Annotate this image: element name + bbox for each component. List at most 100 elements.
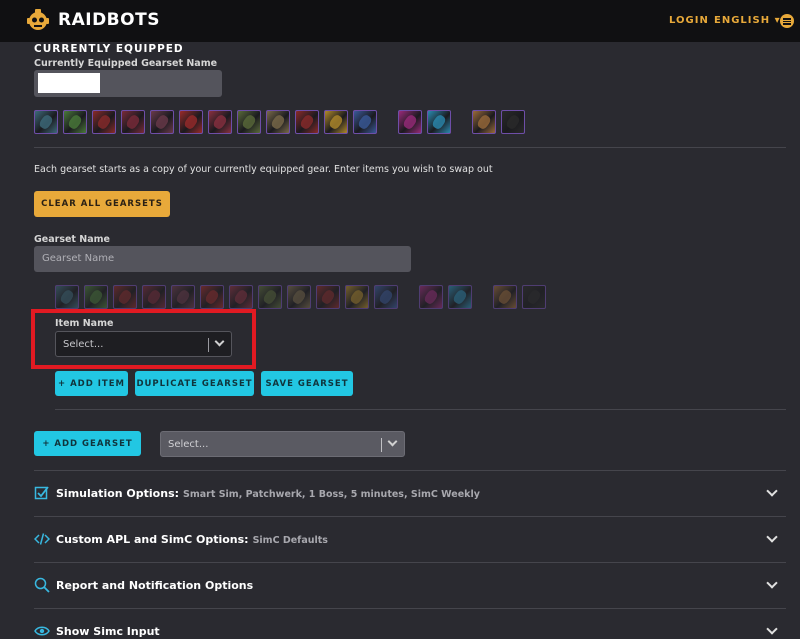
gear-item-icon[interactable] — [295, 110, 319, 134]
eye-icon — [34, 626, 50, 636]
gearset-name-placeholder: Gearset Name — [42, 253, 115, 264]
gearset-description: Each gearset starts as a copy of your cu… — [34, 164, 493, 175]
gearset-select-placeholder: Select... — [168, 439, 209, 450]
gear-item-icon[interactable] — [179, 110, 203, 134]
custom-apl-summary: SimC Defaults — [252, 535, 328, 546]
language-menu[interactable]: ENGLISH ▾ — [714, 15, 781, 26]
gear-item-icon[interactable] — [55, 285, 79, 309]
gear-item-shine — [261, 288, 279, 306]
gear-item-shine — [87, 288, 105, 306]
gear-item-icon[interactable] — [374, 285, 398, 309]
gear-item-shine — [145, 288, 163, 306]
gear-item-icon[interactable] — [150, 110, 174, 134]
gear-item-shine — [496, 288, 514, 306]
gear-item-shine — [153, 113, 171, 131]
accordion-simulation-options[interactable]: Simulation Options: Smart Sim, Patchwerk,… — [34, 471, 786, 516]
accordion-custom-apl[interactable]: Custom APL and SimC Options: SimC Default… — [34, 517, 786, 562]
gear-item-shine — [348, 288, 366, 306]
gear-item-shine — [525, 288, 543, 306]
gear-item-icon[interactable] — [287, 285, 311, 309]
add-gearset-button[interactable]: + ADD GEARSET — [34, 431, 141, 456]
chevron-down-icon[interactable] — [766, 531, 778, 543]
highlight-box — [31, 309, 256, 369]
gear-item-icon[interactable] — [113, 285, 137, 309]
gear-item-icon[interactable] — [121, 110, 145, 134]
gear-item-shine — [504, 113, 522, 131]
search-icon — [34, 577, 50, 593]
gear-item-shine — [182, 113, 200, 131]
gear-item-shine — [319, 288, 337, 306]
gear-item-shine — [269, 113, 287, 131]
gear-item-icon[interactable] — [92, 110, 116, 134]
gear-item-icon[interactable] — [398, 110, 422, 134]
brand-name: RAIDBOTS — [58, 10, 160, 30]
accordion-title: Custom APL and SimC Options: SimC Default… — [56, 533, 328, 546]
chevron-down-icon[interactable] — [766, 577, 778, 589]
login-link[interactable]: LOGIN — [669, 15, 709, 26]
gear-item-icon[interactable] — [448, 285, 472, 309]
raidbots-logo[interactable]: RAIDBOTS — [26, 8, 160, 32]
gear-item-icon[interactable] — [427, 110, 451, 134]
gear-item-icon[interactable] — [501, 110, 525, 134]
simulation-options-title: Simulation Options: — [56, 487, 180, 500]
chevron-down-icon[interactable] — [387, 436, 398, 447]
gear-item-icon[interactable] — [472, 110, 496, 134]
gear-item-shine — [290, 288, 308, 306]
gear-item-shine — [124, 113, 142, 131]
gearset-gear-row — [55, 285, 551, 309]
gear-item-icon[interactable] — [208, 110, 232, 134]
language-label: ENGLISH — [714, 15, 771, 26]
gear-item-shine — [116, 288, 134, 306]
gear-item-shine — [401, 113, 419, 131]
chevron-down-icon[interactable] — [766, 485, 778, 497]
gear-item-icon[interactable] — [237, 110, 261, 134]
robot-skull-icon — [27, 9, 49, 30]
gear-item-icon[interactable] — [419, 285, 443, 309]
duplicate-gearset-button[interactable]: DUPLICATE GEARSET — [135, 371, 254, 396]
equipped-name-label: Currently Equipped Gearset Name — [34, 58, 218, 69]
gear-item-shine — [298, 113, 316, 131]
gear-item-shine — [174, 288, 192, 306]
gear-item-icon[interactable] — [266, 110, 290, 134]
gear-item-shine — [232, 288, 250, 306]
gear-item-icon[interactable] — [142, 285, 166, 309]
gear-item-icon[interactable] — [522, 285, 546, 309]
hamburger-menu-icon[interactable] — [780, 14, 794, 28]
accordion-title: Show Simc Input — [56, 625, 160, 638]
gear-item-icon[interactable] — [84, 285, 108, 309]
gear-item-shine — [430, 113, 448, 131]
gear-item-shine — [422, 288, 440, 306]
gear-item-shine — [203, 288, 221, 306]
checkbox-icon — [34, 486, 49, 500]
gearset-name-input[interactable]: Gearset Name — [34, 246, 411, 272]
currently-equipped-title: CURRENTLY EQUIPPED — [34, 43, 184, 55]
gear-item-icon[interactable] — [229, 285, 253, 309]
gear-item-icon[interactable] — [316, 285, 340, 309]
accordion-report-options[interactable]: Report and Notification Options — [34, 563, 786, 608]
accordion-title: Simulation Options: Smart Sim, Patchwerk,… — [56, 487, 480, 500]
gear-item-icon[interactable] — [258, 285, 282, 309]
gear-item-icon[interactable] — [353, 110, 377, 134]
divider — [34, 147, 786, 148]
gearset-select[interactable]: Select... — [160, 431, 405, 457]
select-separator — [381, 438, 382, 452]
gear-item-icon[interactable] — [324, 110, 348, 134]
clear-all-gearsets-button[interactable]: CLEAR ALL GEARSETS — [34, 191, 170, 217]
gear-item-icon[interactable] — [63, 110, 87, 134]
gear-item-icon[interactable] — [345, 285, 369, 309]
gear-item-icon[interactable] — [200, 285, 224, 309]
gear-item-shine — [451, 288, 469, 306]
custom-apl-title: Custom APL and SimC Options: — [56, 533, 249, 546]
accordion-show-simc-input[interactable]: Show Simc Input — [34, 609, 786, 639]
chevron-down-icon[interactable] — [766, 623, 778, 635]
gearset-name-label: Gearset Name — [34, 234, 110, 245]
gear-item-icon[interactable] — [34, 110, 58, 134]
gear-item-shine — [240, 113, 258, 131]
top-navbar: RAIDBOTS LOGIN ENGLISH ▾ — [0, 0, 800, 42]
gear-item-icon[interactable] — [171, 285, 195, 309]
gear-item-icon[interactable] — [493, 285, 517, 309]
gear-item-shine — [66, 113, 84, 131]
save-gearset-button[interactable]: SAVE GEARSET — [261, 371, 353, 396]
gear-item-shine — [475, 113, 493, 131]
add-item-button[interactable]: + ADD ITEM — [55, 371, 128, 396]
